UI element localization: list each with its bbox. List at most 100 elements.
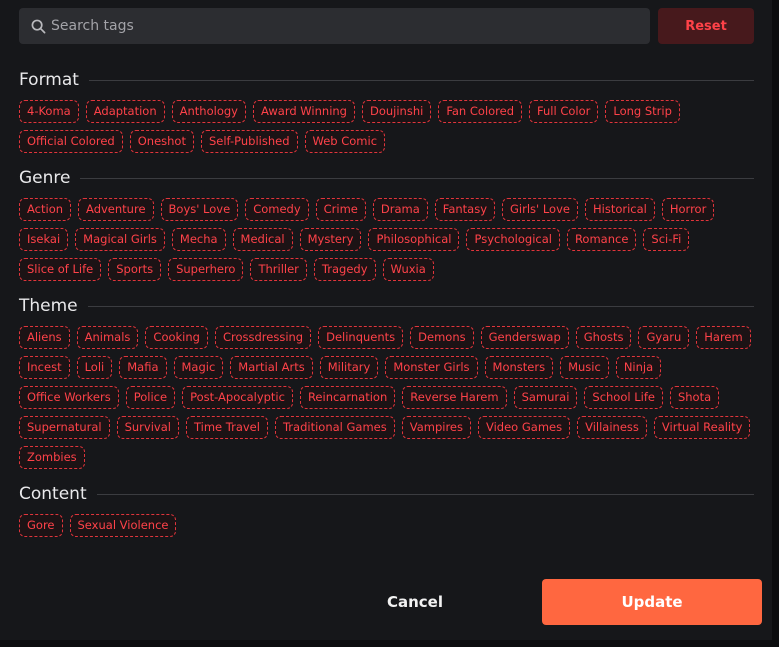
section-header: Theme — [19, 292, 754, 320]
tag-chip[interactable]: Tragedy — [313, 258, 376, 281]
tag-chip[interactable]: Reincarnation — [299, 386, 396, 409]
tag-chip[interactable]: Zombies — [19, 446, 85, 469]
tag-chip[interactable]: Mecha — [171, 228, 226, 251]
tag-chip[interactable]: Gore — [19, 514, 63, 537]
tag-chip[interactable]: Harem — [696, 326, 751, 349]
tag-filter-modal: Reset Format 4-Koma Adaptation Anthology Awa… — [0, 0, 772, 640]
tag-chip[interactable]: Superhero — [168, 258, 244, 281]
tag-chip[interactable]: Adventure — [78, 198, 154, 221]
tag-chip[interactable]: Reverse Harem — [402, 386, 507, 409]
tag-chip[interactable]: Comedy — [245, 198, 309, 221]
tag-chip[interactable]: Animals — [76, 326, 139, 349]
tag-chip[interactable]: Drama — [372, 198, 428, 221]
tag-chip[interactable]: Traditional Games — [274, 416, 395, 439]
tag-chip[interactable]: Long Strip — [605, 100, 680, 123]
tag-chip[interactable]: Full Color — [529, 100, 599, 123]
tag-chip[interactable]: Adaptation — [85, 100, 165, 123]
tag-chip[interactable]: Shota — [669, 386, 720, 409]
tag-chip[interactable]: Demons — [410, 326, 474, 349]
tag-chip[interactable]: Oneshot — [129, 130, 194, 153]
tag-chip[interactable]: Boys' Love — [160, 198, 239, 221]
tag-chip[interactable]: Virtual Reality — [653, 416, 751, 439]
tag-chip[interactable]: Gyaru — [638, 326, 690, 349]
tag-chip[interactable]: Anthology — [171, 100, 246, 123]
tag-chip[interactable]: Time Travel — [185, 416, 268, 439]
section-header: Genre — [19, 164, 754, 192]
tag-chip[interactable]: Award Winning — [252, 100, 355, 123]
section-format: Format 4-Koma Adaptation Anthology Award Win… — [19, 66, 754, 153]
tag-chip[interactable]: Ninja — [615, 356, 662, 379]
tag-chip[interactable]: Philosophical — [368, 228, 460, 251]
section-divider — [96, 493, 754, 495]
tag-chip[interactable]: Genderswap — [480, 326, 569, 349]
tag-chip[interactable]: Isekai — [19, 228, 69, 251]
tag-chip[interactable]: Historical — [584, 198, 655, 221]
tag-chip[interactable]: Girls' Love — [502, 198, 578, 221]
tag-chip[interactable]: Police — [125, 386, 176, 409]
section-content: Content Gore Sexual Violence — [19, 480, 754, 537]
tag-chip[interactable]: Post-Apocalyptic — [182, 386, 293, 409]
tag-chip[interactable]: Horror — [661, 198, 715, 221]
tag-chip[interactable]: Mystery — [299, 228, 362, 251]
reset-button[interactable]: Reset — [658, 8, 754, 44]
tag-chip[interactable]: Office Workers — [19, 386, 119, 409]
tag-chip[interactable]: Video Games — [478, 416, 571, 439]
tag-chip[interactable]: Vampires — [401, 416, 471, 439]
tag-list: Action Adventure Boys' Love Comedy Crime Dram… — [19, 198, 754, 281]
tag-chip[interactable]: Sexual Violence — [69, 514, 177, 537]
tag-chip[interactable]: Samurai — [513, 386, 578, 409]
tag-chip[interactable]: Military — [319, 356, 379, 379]
section-divider — [87, 305, 754, 307]
tag-chip[interactable]: Self-Published — [200, 130, 298, 153]
section-title: Theme — [19, 296, 78, 316]
section-divider — [88, 79, 754, 81]
tag-chip[interactable]: Villainess — [577, 416, 647, 439]
search-row: Reset — [19, 8, 754, 44]
tag-chip[interactable]: Supernatural — [19, 416, 110, 439]
tag-chip[interactable]: Magic — [173, 356, 224, 379]
search-input[interactable] — [51, 18, 611, 34]
tag-chip[interactable]: Incest — [19, 356, 70, 379]
update-button[interactable]: Update — [542, 579, 762, 625]
section-header: Format — [19, 66, 754, 94]
tag-chip[interactable]: Delinquents — [318, 326, 404, 349]
section-genre: Genre Action Adventure Boys' Love Comedy Crim… — [19, 164, 754, 281]
tag-chip[interactable]: Official Colored — [19, 130, 123, 153]
tag-chip[interactable]: Sports — [108, 258, 162, 281]
tag-chip[interactable]: Mafia — [119, 356, 167, 379]
tag-list: 4-Koma Adaptation Anthology Award Winning Do… — [19, 100, 754, 153]
tag-chip[interactable]: Survival — [116, 416, 179, 439]
tag-chip[interactable]: Thriller — [250, 258, 307, 281]
tag-chip[interactable]: Cooking — [145, 326, 208, 349]
tag-chip[interactable]: 4-Koma — [19, 100, 79, 123]
tag-chip[interactable]: Martial Arts — [230, 356, 313, 379]
tag-chip[interactable]: Loli — [76, 356, 113, 379]
tag-chip[interactable]: Monster Girls — [385, 356, 478, 379]
tag-chip[interactable]: Magical Girls — [75, 228, 165, 251]
tag-list: Aliens Animals Cooking Crossdressing Delinqu… — [19, 326, 754, 469]
tag-chip[interactable]: Fan Colored — [438, 100, 523, 123]
tag-chip[interactable]: Wuxia — [382, 258, 434, 281]
tag-chip[interactable]: Fantasy — [434, 198, 496, 221]
section-divider — [80, 177, 754, 179]
section-title: Genre — [19, 168, 71, 188]
section-title: Format — [19, 70, 79, 90]
tag-chip[interactable]: Slice of Life — [19, 258, 102, 281]
tag-chip[interactable]: Monsters — [484, 356, 554, 379]
tag-chip[interactable]: Ghosts — [575, 326, 632, 349]
tag-chip[interactable]: Music — [560, 356, 609, 379]
tag-chip[interactable]: School Life — [584, 386, 663, 409]
cancel-button[interactable]: Cancel — [350, 579, 480, 625]
tag-chip[interactable]: Romance — [566, 228, 637, 251]
tag-chip[interactable]: Aliens — [19, 326, 70, 349]
tag-chip[interactable]: Medical — [232, 228, 293, 251]
tag-chip[interactable]: Web Comic — [304, 130, 386, 153]
search-box[interactable] — [19, 8, 650, 44]
tag-chip[interactable]: Sci-Fi — [643, 228, 690, 251]
tag-sections: Format 4-Koma Adaptation Anthology Award Win… — [19, 66, 754, 548]
tag-chip[interactable]: Action — [19, 198, 72, 221]
tag-chip[interactable]: Crossdressing — [214, 326, 312, 349]
tag-chip[interactable]: Crime — [315, 198, 366, 221]
tag-chip[interactable]: Doujinshi — [361, 100, 432, 123]
tag-chip[interactable]: Psychological — [466, 228, 560, 251]
